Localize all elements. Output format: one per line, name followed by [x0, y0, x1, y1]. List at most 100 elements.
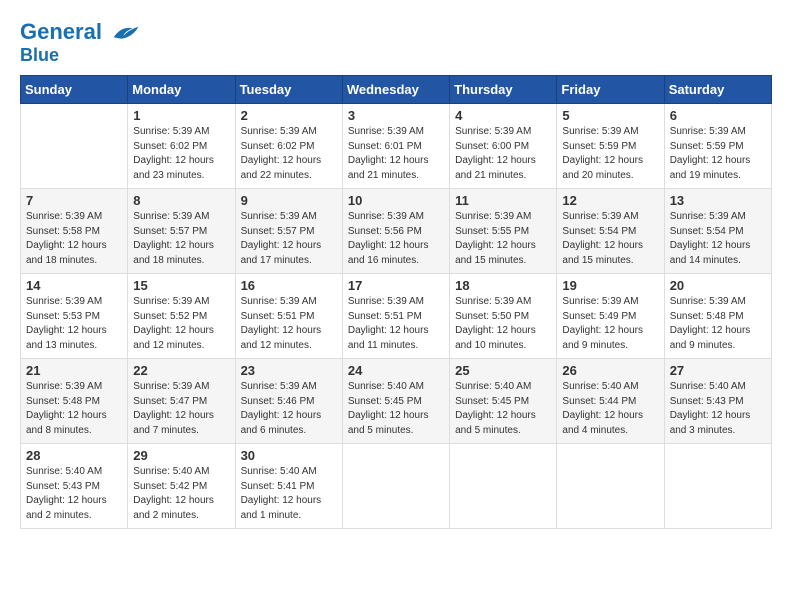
week-row-5: 28 Sunrise: 5:40 AM Sunset: 5:43 PM Dayli… [21, 444, 772, 529]
day-cell: 27 Sunrise: 5:40 AM Sunset: 5:43 PM Dayli… [664, 359, 771, 444]
day-info: Sunrise: 5:40 AM Sunset: 5:45 PM Dayligh… [455, 380, 551, 438]
day-number: 17 [348, 278, 444, 293]
day-info: Sunrise: 5:39 AM Sunset: 6:02 PM Dayligh… [133, 125, 229, 183]
day-cell: 10Sunrise: 5:39 AM Sunset: 5:56 PM Dayli… [342, 189, 449, 274]
day-number: 26 [562, 363, 658, 378]
day-info: Sunrise: 5:39 AM Sunset: 5:48 PM Dayligh… [26, 380, 122, 438]
day-info: Sunrise: 5:39 AM Sunset: 6:02 PM Dayligh… [241, 125, 337, 183]
day-number: 19 [562, 278, 658, 293]
logo: General Blue [20, 20, 140, 65]
day-cell: 16Sunrise: 5:39 AM Sunset: 5:51 PM Dayli… [235, 274, 342, 359]
day-info: Sunrise: 5:40 AM Sunset: 5:44 PM Dayligh… [562, 380, 658, 438]
day-header-sunday: Sunday [21, 76, 128, 104]
day-cell: 13 Sunrise: 5:39 AM Sunset: 5:54 PM Dayli… [664, 189, 771, 274]
day-cell: 21Sunrise: 5:39 AM Sunset: 5:48 PM Dayli… [21, 359, 128, 444]
day-cell: 28 Sunrise: 5:40 AM Sunset: 5:43 PM Dayli… [21, 444, 128, 529]
day-header-monday: Monday [128, 76, 235, 104]
day-info: Sunrise: 5:39 AM Sunset: 5:57 PM Dayligh… [133, 210, 229, 268]
day-info: Sunrise: 5:40 AM Sunset: 5:45 PM Dayligh… [348, 380, 444, 438]
day-cell: 1 Sunrise: 5:39 AM Sunset: 6:02 PM Daylig… [128, 104, 235, 189]
day-info: Sunrise: 5:39 AM Sunset: 6:00 PM Dayligh… [455, 125, 551, 183]
day-cell [21, 104, 128, 189]
day-cell: 2Sunrise: 5:39 AM Sunset: 6:02 PM Daylig… [235, 104, 342, 189]
week-row-2: 7Sunrise: 5:39 AM Sunset: 5:58 PM Daylig… [21, 189, 772, 274]
day-cell: 3 Sunrise: 5:39 AM Sunset: 6:01 PM Daylig… [342, 104, 449, 189]
day-info: Sunrise: 5:39 AM Sunset: 5:49 PM Dayligh… [562, 295, 658, 353]
day-cell: 23 Sunrise: 5:39 AM Sunset: 5:46 PM Dayli… [235, 359, 342, 444]
day-info: Sunrise: 5:39 AM Sunset: 5:53 PM Dayligh… [26, 295, 122, 353]
day-cell: 22Sunrise: 5:39 AM Sunset: 5:47 PM Dayli… [128, 359, 235, 444]
day-info: Sunrise: 5:39 AM Sunset: 6:01 PM Dayligh… [348, 125, 444, 183]
day-info: Sunrise: 5:40 AM Sunset: 5:41 PM Dayligh… [241, 465, 337, 523]
day-info: Sunrise: 5:40 AM Sunset: 5:43 PM Dayligh… [26, 465, 122, 523]
day-cell: 12 Sunrise: 5:39 AM Sunset: 5:54 PM Dayli… [557, 189, 664, 274]
day-number: 5 [562, 108, 658, 123]
day-cell: 20Sunrise: 5:39 AM Sunset: 5:48 PM Dayli… [664, 274, 771, 359]
day-number: 28 [26, 448, 122, 463]
day-info: Sunrise: 5:39 AM Sunset: 5:51 PM Dayligh… [241, 295, 337, 353]
day-number: 15 [133, 278, 229, 293]
day-cell: 15 Sunrise: 5:39 AM Sunset: 5:52 PM Dayli… [128, 274, 235, 359]
day-number: 8 [133, 193, 229, 208]
day-info: Sunrise: 5:40 AM Sunset: 5:42 PM Dayligh… [133, 465, 229, 523]
day-cell: 5Sunrise: 5:39 AM Sunset: 5:59 PM Daylig… [557, 104, 664, 189]
day-number: 1 [133, 108, 229, 123]
day-number: 3 [348, 108, 444, 123]
day-info: Sunrise: 5:40 AM Sunset: 5:43 PM Dayligh… [670, 380, 766, 438]
day-cell: 18 Sunrise: 5:39 AM Sunset: 5:50 PM Dayli… [450, 274, 557, 359]
day-number: 11 [455, 193, 551, 208]
day-number: 13 [670, 193, 766, 208]
day-number: 12 [562, 193, 658, 208]
calendar-table: SundayMondayTuesdayWednesdayThursdayFrid… [20, 75, 772, 529]
day-number: 7 [26, 193, 122, 208]
day-number: 25 [455, 363, 551, 378]
day-info: Sunrise: 5:39 AM Sunset: 5:50 PM Dayligh… [455, 295, 551, 353]
day-cell: 24 Sunrise: 5:40 AM Sunset: 5:45 PM Dayli… [342, 359, 449, 444]
day-header-friday: Friday [557, 76, 664, 104]
day-number: 14 [26, 278, 122, 293]
day-info: Sunrise: 5:39 AM Sunset: 5:52 PM Dayligh… [133, 295, 229, 353]
day-cell: 25 Sunrise: 5:40 AM Sunset: 5:45 PM Dayli… [450, 359, 557, 444]
day-cell: 14 Sunrise: 5:39 AM Sunset: 5:53 PM Dayli… [21, 274, 128, 359]
day-number: 27 [670, 363, 766, 378]
day-cell: 26 Sunrise: 5:40 AM Sunset: 5:44 PM Dayli… [557, 359, 664, 444]
day-info: Sunrise: 5:39 AM Sunset: 5:54 PM Dayligh… [670, 210, 766, 268]
week-row-4: 21Sunrise: 5:39 AM Sunset: 5:48 PM Dayli… [21, 359, 772, 444]
day-cell [342, 444, 449, 529]
day-header-saturday: Saturday [664, 76, 771, 104]
day-cell [664, 444, 771, 529]
day-header-thursday: Thursday [450, 76, 557, 104]
day-cell: 29 Sunrise: 5:40 AM Sunset: 5:42 PM Dayli… [128, 444, 235, 529]
day-number: 29 [133, 448, 229, 463]
day-cell: 19 Sunrise: 5:39 AM Sunset: 5:49 PM Dayli… [557, 274, 664, 359]
day-header-tuesday: Tuesday [235, 76, 342, 104]
day-number: 24 [348, 363, 444, 378]
day-cell: 7Sunrise: 5:39 AM Sunset: 5:58 PM Daylig… [21, 189, 128, 274]
day-number: 4 [455, 108, 551, 123]
day-info: Sunrise: 5:39 AM Sunset: 5:48 PM Dayligh… [670, 295, 766, 353]
week-row-1: 1 Sunrise: 5:39 AM Sunset: 6:02 PM Daylig… [21, 104, 772, 189]
day-cell: 17Sunrise: 5:39 AM Sunset: 5:51 PM Dayli… [342, 274, 449, 359]
day-cell: 11 Sunrise: 5:39 AM Sunset: 5:55 PM Dayli… [450, 189, 557, 274]
logo-subtext: Blue [20, 46, 140, 66]
day-number: 22 [133, 363, 229, 378]
page-header: General Blue [20, 20, 772, 65]
day-cell: 9 Sunrise: 5:39 AM Sunset: 5:57 PM Daylig… [235, 189, 342, 274]
day-cell: 4 Sunrise: 5:39 AM Sunset: 6:00 PM Daylig… [450, 104, 557, 189]
day-number: 9 [241, 193, 337, 208]
day-info: Sunrise: 5:39 AM Sunset: 5:54 PM Dayligh… [562, 210, 658, 268]
day-number: 18 [455, 278, 551, 293]
day-cell: 6 Sunrise: 5:39 AM Sunset: 5:59 PM Daylig… [664, 104, 771, 189]
day-info: Sunrise: 5:39 AM Sunset: 5:57 PM Dayligh… [241, 210, 337, 268]
day-cell [450, 444, 557, 529]
day-info: Sunrise: 5:39 AM Sunset: 5:55 PM Dayligh… [455, 210, 551, 268]
logo-text: General [20, 20, 140, 46]
day-info: Sunrise: 5:39 AM Sunset: 5:59 PM Dayligh… [670, 125, 766, 183]
day-number: 6 [670, 108, 766, 123]
day-cell: 30Sunrise: 5:40 AM Sunset: 5:41 PM Dayli… [235, 444, 342, 529]
week-row-3: 14 Sunrise: 5:39 AM Sunset: 5:53 PM Dayli… [21, 274, 772, 359]
header-row: SundayMondayTuesdayWednesdayThursdayFrid… [21, 76, 772, 104]
day-number: 23 [241, 363, 337, 378]
day-info: Sunrise: 5:39 AM Sunset: 5:46 PM Dayligh… [241, 380, 337, 438]
day-info: Sunrise: 5:39 AM Sunset: 5:56 PM Dayligh… [348, 210, 444, 268]
